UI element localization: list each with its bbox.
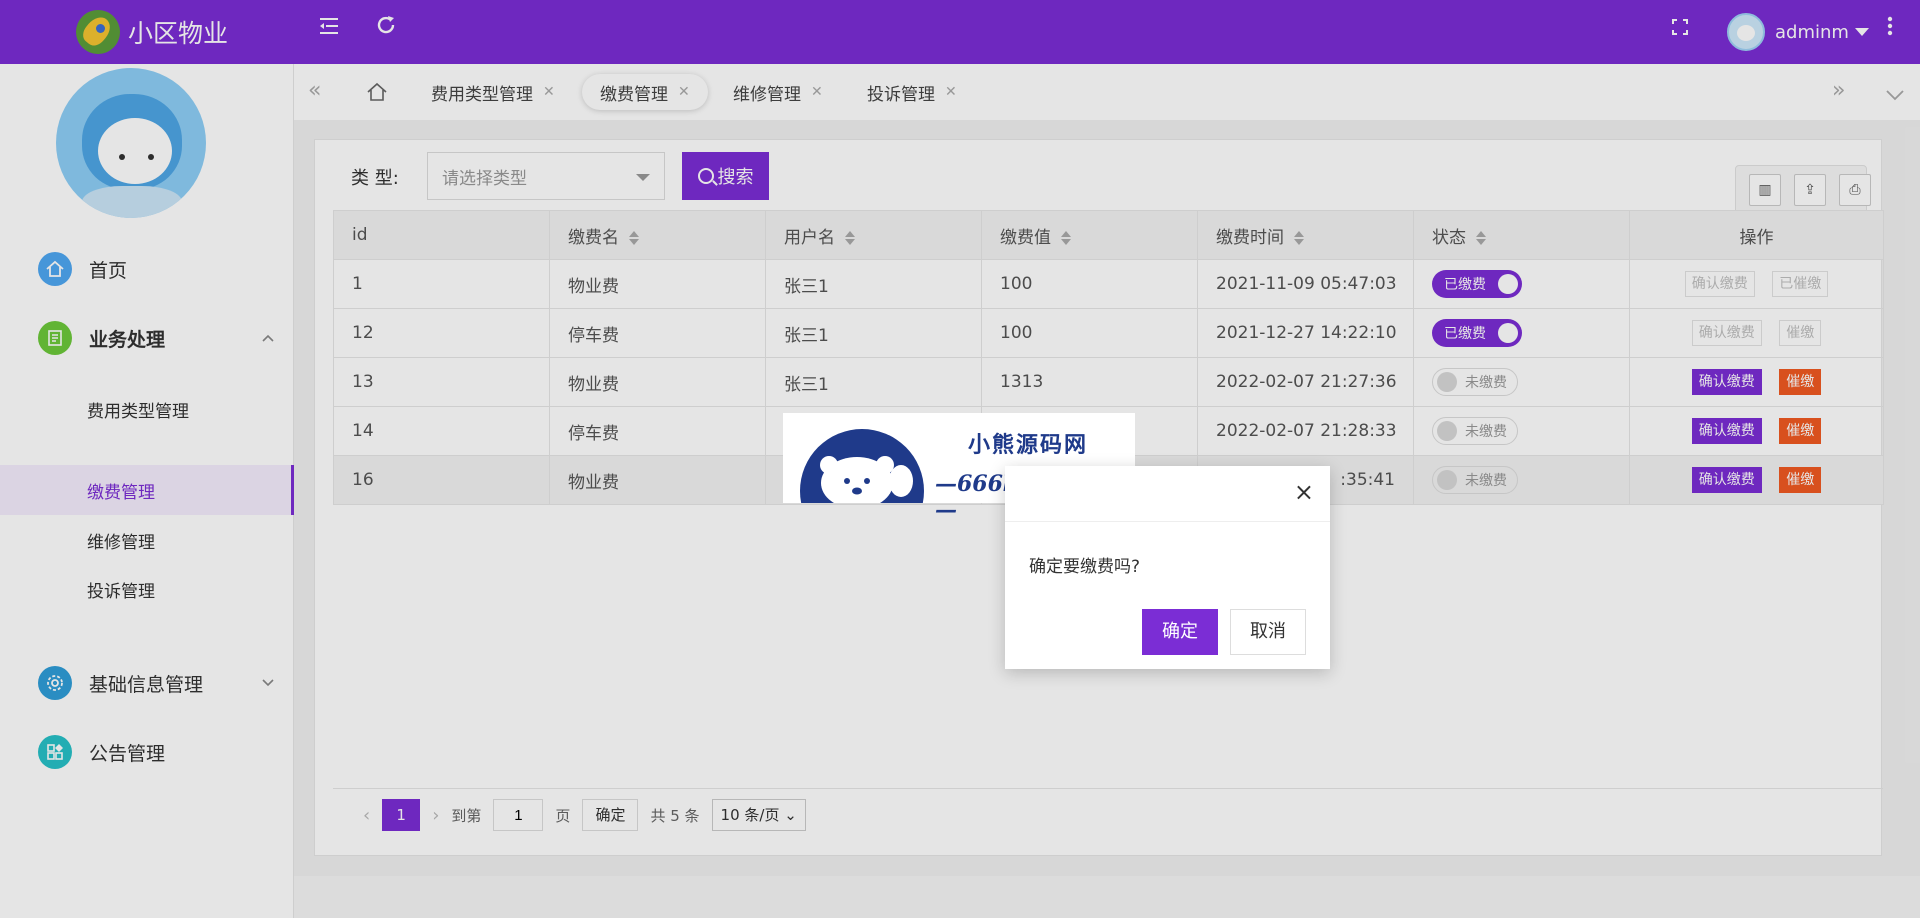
dialog-ok-button[interactable]: 确定: [1142, 609, 1218, 655]
bear-logo-icon: [800, 429, 924, 503]
dialog-cancel-button[interactable]: 取消: [1230, 609, 1306, 655]
dialog-message: 确定要缴费吗?: [1029, 557, 1141, 577]
dialog-header: ×: [1005, 466, 1330, 522]
confirm-dialog: × 确定要缴费吗? 确定 取消: [1005, 466, 1330, 669]
watermark-title: 小熊源码网: [968, 432, 1089, 458]
close-icon[interactable]: ×: [1294, 480, 1314, 504]
